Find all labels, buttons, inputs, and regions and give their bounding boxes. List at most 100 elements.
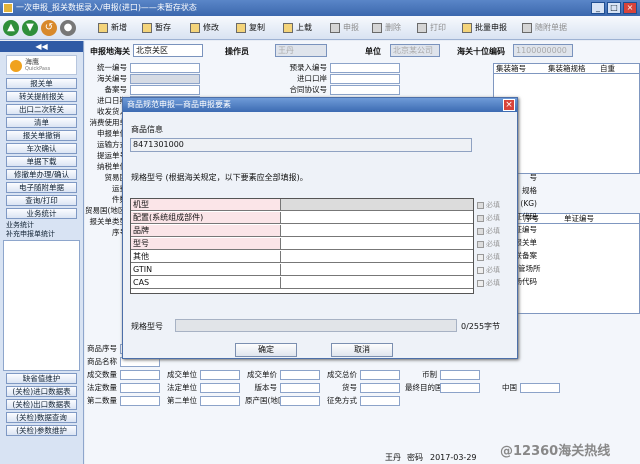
hs-code-field: 8471301000 — [130, 138, 472, 152]
sidebar-menu: 报关单转关提前报关 出口二次转关 清单报关单撤销车次确认单据下载修撤单办理/确认 电子… — [0, 78, 83, 219]
cancel-button[interactable]: 取消 — [331, 343, 393, 357]
refresh-icon[interactable]: ↺ — [41, 20, 57, 36]
goods-field-2-2[interactable] — [280, 370, 320, 380]
container-col-2: 自重 — [600, 64, 615, 73]
goods-field-3-3[interactable] — [360, 383, 400, 393]
logo-sub: QuickPass — [25, 66, 51, 72]
element-name-4: 其他 — [131, 251, 281, 262]
element-value-2[interactable] — [281, 225, 473, 236]
unit-label: 单位 — [365, 47, 381, 56]
sidebar-bottom-item-0[interactable]: 缺省值维护 — [6, 373, 77, 384]
sidebar-item-10[interactable]: 业务统计 — [6, 208, 77, 219]
form-field-1[interactable] — [130, 74, 200, 84]
attach-label: 随附单据 — [535, 23, 567, 32]
required-text: 必填 — [486, 266, 500, 274]
close-window-button[interactable]: × — [623, 2, 637, 14]
sidebar-bottom-item-4[interactable]: (关检)参数维护 — [6, 425, 77, 436]
element-row-1: 配置(系统组成部件) — [131, 212, 473, 224]
sidebar-item-8[interactable]: 电子随附单据 — [6, 182, 77, 193]
goods-field-3-5[interactable] — [520, 383, 560, 393]
watermark: @12360海关热线 — [500, 444, 611, 459]
sidebar-sub-item-1[interactable]: 补充申报单统计 — [6, 230, 77, 238]
goods-field-3-1[interactable] — [200, 383, 240, 393]
goods-label-1-0: 商品名称 — [87, 357, 117, 366]
logo: 海鹰 QuickPass — [6, 55, 77, 75]
goods-field-4-2[interactable] — [280, 396, 320, 406]
container-col-1: 集装箱规格 — [548, 64, 586, 73]
sidebar-item-0[interactable]: 报关单 — [6, 78, 77, 89]
new-icon — [98, 23, 108, 33]
maximize-button[interactable]: □ — [607, 2, 621, 14]
arrow-down-icon[interactable]: ▼ — [22, 20, 38, 36]
goods-field-3-2[interactable] — [280, 383, 320, 393]
sidebar-bottom-item-1[interactable]: (关检)进口数据表 — [6, 386, 77, 397]
batch-declare-button[interactable]: 批量申报 — [462, 19, 507, 37]
sidebar-item-3[interactable]: 清单 — [6, 117, 77, 128]
sidebar-sub-item-0[interactable]: 业务统计 — [6, 221, 77, 229]
sidebar-item-1[interactable]: 转关提前报关 — [6, 91, 77, 102]
goods-field-2-1[interactable] — [200, 370, 240, 380]
delete-label: 删除 — [385, 23, 401, 32]
goods-label-3-5: 中国 — [502, 383, 517, 392]
element-value-5[interactable] — [281, 264, 473, 275]
element-name-6: CAS — [131, 277, 281, 288]
ok-button[interactable]: 确定 — [235, 343, 297, 357]
sidebar-tree-area — [3, 240, 80, 371]
save-button[interactable]: 暂存 — [142, 19, 171, 37]
required-checkbox-4: 必填 — [477, 251, 513, 263]
delete-button[interactable]: 删除 — [372, 19, 401, 37]
goods-field-4-1[interactable] — [200, 396, 240, 406]
declare-button[interactable]: 申报 — [330, 19, 359, 37]
save-icon — [142, 23, 152, 33]
status-role: 密码 — [407, 453, 423, 462]
arrow-up-icon[interactable]: ▲ — [3, 20, 19, 36]
print-icon — [417, 23, 427, 33]
form-mid-field-1[interactable] — [330, 74, 400, 84]
checkbox-icon — [477, 240, 484, 248]
goods-field-4-0[interactable] — [120, 396, 160, 406]
element-value-3[interactable] — [281, 238, 473, 249]
form-mid-field-0[interactable] — [330, 63, 400, 73]
goods-field-2-3[interactable] — [360, 370, 400, 380]
sidebar-item-4[interactable]: 报关单撤销 — [6, 130, 77, 141]
form-label-1: 海关编号 — [97, 74, 127, 83]
sidebar-item-9[interactable]: 查询/打印 — [6, 195, 77, 206]
copy-label: 复制 — [249, 23, 265, 32]
new-button[interactable]: 新增 — [98, 19, 127, 37]
port-field[interactable]: 北京关区 — [133, 44, 203, 57]
goods-field-3-0[interactable] — [120, 383, 160, 393]
element-value-6[interactable] — [281, 277, 473, 288]
sidebar-item-5[interactable]: 车次确认 — [6, 143, 77, 154]
elements-table: 机型 配置(系统组成部件) 品牌 型号 其他 GTIN CAS — [130, 198, 474, 294]
nav-arrows: ▲ ▼ ↺ ● — [3, 20, 76, 36]
print-button[interactable]: 打印 — [417, 19, 446, 37]
menu-circle-icon[interactable]: ● — [60, 20, 76, 36]
attached-docs-button[interactable]: 随附单据 — [522, 19, 567, 37]
sidebar-bottom-item-3[interactable]: (关检)数据查询 — [6, 412, 77, 423]
element-value-1[interactable] — [281, 212, 473, 223]
goods-field-4-3[interactable] — [360, 396, 400, 406]
required-checkbox-6: 必填 — [477, 277, 513, 289]
element-value-4[interactable] — [281, 251, 473, 262]
sidebar-item-7[interactable]: 修撤单办理/确认 — [6, 169, 77, 180]
copy-button[interactable]: 复制 — [236, 19, 265, 37]
sidebar-bottom-menu: 缺省值维护 (关检)进口数据表 (关检)出口数据表 (关检)数据查询 (关检)参数维护 — [0, 373, 83, 436]
minimize-button[interactable]: _ — [591, 2, 605, 14]
sidebar-bottom-item-2[interactable]: (关检)出口数据表 — [6, 399, 77, 410]
modify-button[interactable]: 修改 — [190, 19, 219, 37]
sidebar-item-2[interactable]: 出口二次转关 — [6, 104, 77, 115]
upload-button[interactable]: 上载 — [283, 19, 312, 37]
dialog-close-button[interactable]: × — [503, 99, 515, 111]
form-mid-field-2[interactable] — [330, 85, 400, 95]
element-row-3: 型号 — [131, 238, 473, 250]
goods-field-2-0[interactable] — [120, 370, 160, 380]
sidebar-collapse-toggle[interactable]: ◀◀ — [0, 41, 83, 52]
commodity-info-label: 商品信息 — [131, 125, 163, 134]
goods-field-3-4[interactable] — [440, 383, 480, 393]
goods-field-2-4[interactable] — [440, 370, 480, 380]
sidebar-item-6[interactable]: 单据下载 — [6, 156, 77, 167]
element-row-5: GTIN — [131, 264, 473, 276]
element-value-0[interactable] — [281, 199, 473, 210]
form-field-2[interactable] — [130, 85, 200, 95]
form-field-0[interactable] — [130, 63, 200, 73]
